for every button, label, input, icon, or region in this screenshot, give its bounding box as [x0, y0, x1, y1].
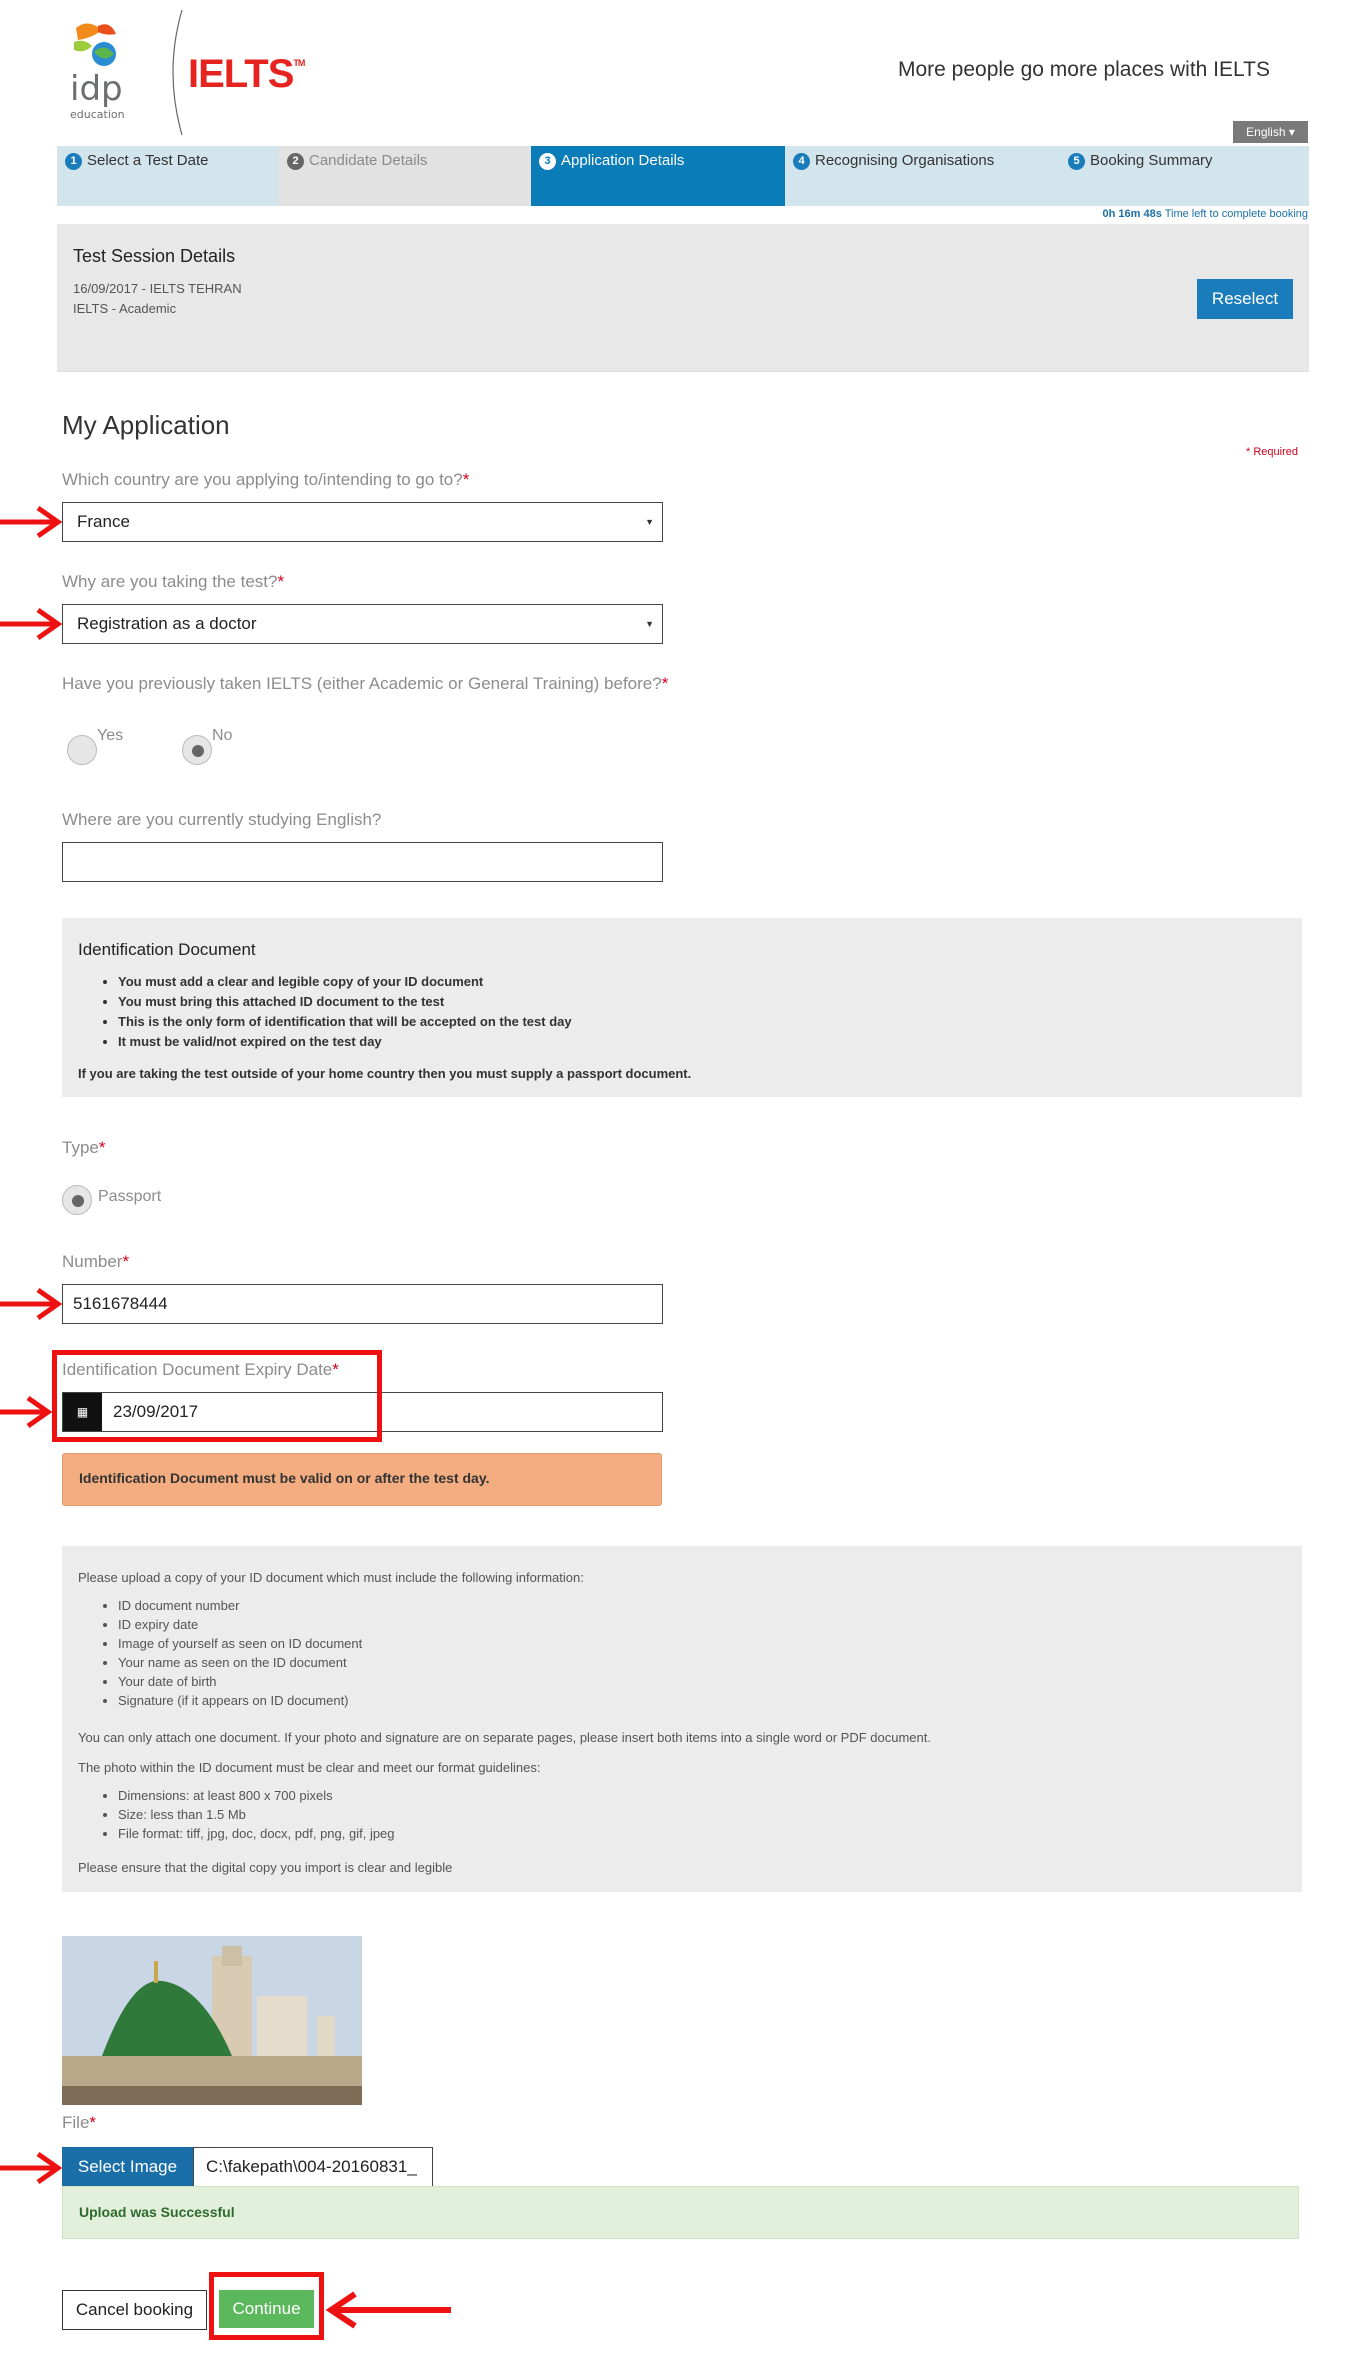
attach-note: You can only attach one document. If you…: [78, 1730, 931, 1745]
passport-radio[interactable]: [62, 1185, 92, 1215]
annotation-arrow-icon: [0, 1395, 52, 1429]
step-select-test-date[interactable]: 1 Select a Test Date: [57, 146, 279, 206]
booking-timer: 0h 16m 48s Time left to complete booking: [1102, 208, 1308, 220]
country-label: Which country are you applying to/intend…: [62, 470, 470, 489]
list-item: Your date of birth: [118, 1674, 362, 1689]
session-date-venue: 16/09/2017 - IELTS TEHRAN: [73, 281, 242, 296]
step-number: 5: [1068, 153, 1085, 170]
select-image-button[interactable]: Select Image: [62, 2147, 193, 2187]
previous-ielts-label: Have you previously taken IELTS (either …: [62, 674, 669, 693]
step-booking-summary[interactable]: 5 Booking Summary: [1060, 146, 1309, 206]
session-module: IELTS - Academic: [73, 301, 177, 316]
annotation-arrow-icon: [0, 607, 62, 641]
list-item: Dimensions: at least 800 x 700 pixels: [118, 1788, 395, 1803]
uploaded-image-preview: [62, 1936, 362, 2105]
step-number: 4: [793, 153, 810, 170]
reselect-button[interactable]: Reselect: [1197, 279, 1293, 319]
tagline: More people go more places with IELTS: [898, 58, 1270, 81]
number-label: Number*: [62, 1252, 130, 1271]
list-item: Image of yourself as seen on ID document: [118, 1636, 362, 1651]
upload-info: Please upload a copy of your ID document…: [62, 1546, 1302, 1892]
step-application-details[interactable]: 3 Application Details: [531, 146, 785, 206]
chevron-down-icon: ▼: [645, 517, 654, 527]
photo-note: The photo within the ID document must be…: [78, 1760, 541, 1775]
expiry-warning: Identification Document must be valid on…: [62, 1453, 662, 1506]
id-number-input[interactable]: 5161678444: [62, 1284, 663, 1324]
step-number: 1: [65, 153, 82, 170]
booking-steps: 1 Select a Test Date 2 Candidate Details 3…: [57, 146, 1309, 206]
passport-label: Passport: [98, 1188, 162, 1205]
test-session-panel: Test Session Details 16/09/2017 - IELTS …: [57, 224, 1309, 372]
list-item: You must bring this attached ID document…: [118, 994, 572, 1009]
list-item: This is the only form of identification …: [118, 1014, 572, 1029]
language-dropdown[interactable]: English ▾: [1233, 121, 1308, 143]
step-number: 2: [287, 153, 304, 170]
country-select[interactable]: France ▼: [62, 502, 663, 542]
svg-text:idp: idp: [70, 69, 123, 109]
type-label: Type*: [62, 1138, 106, 1157]
file-path-input[interactable]: C:\fakepath\004-20160831_: [193, 2147, 433, 2187]
upload-requirements: ID document number ID expiry date Image …: [118, 1598, 362, 1712]
list-item: ID document number: [118, 1598, 362, 1613]
step-label: Recognising Organisations: [815, 152, 995, 169]
ielts-logo: IELTSTM: [188, 52, 305, 96]
list-item: Size: less than 1.5 Mb: [118, 1807, 395, 1822]
list-item: You must add a clear and legible copy of…: [118, 974, 572, 989]
studying-label: Where are you currently studying English…: [62, 810, 382, 829]
step-label: Select a Test Date: [87, 152, 209, 169]
previous-no-radio[interactable]: [182, 735, 212, 765]
file-label: File*: [62, 2113, 97, 2132]
step-label: Application Details: [561, 152, 685, 169]
annotation-arrow-icon: [0, 505, 62, 539]
id-document-note: If you are taking the test outside of yo…: [78, 1066, 692, 1081]
page-title: My Application: [62, 410, 230, 440]
list-item: File format: tiff, jpg, doc, docx, pdf, …: [118, 1826, 395, 1841]
studying-input[interactable]: [62, 842, 663, 882]
upload-success-message: Upload was Successful: [62, 2186, 1299, 2239]
session-title: Test Session Details: [73, 246, 236, 266]
annotation-box-expiry: [52, 1350, 382, 1442]
id-document-title: Identification Document: [78, 940, 256, 959]
step-label: Candidate Details: [309, 152, 428, 169]
step-recognising-organisations[interactable]: 4 Recognising Organisations: [785, 146, 1060, 206]
list-item: Signature (if it appears on ID document): [118, 1693, 362, 1708]
ensure-note: Please ensure that the digital copy you …: [78, 1860, 453, 1875]
reason-select[interactable]: Registration as a doctor ▼: [62, 604, 663, 644]
step-number: 3: [539, 153, 556, 170]
annotation-arrow-icon: [0, 1287, 62, 1321]
list-item: ID expiry date: [118, 1617, 362, 1632]
step-candidate-details[interactable]: 2 Candidate Details: [279, 146, 531, 206]
previous-no-label: No: [212, 727, 233, 744]
previous-yes-label: Yes: [97, 727, 124, 744]
chevron-down-icon: ▼: [645, 619, 654, 629]
reason-label: Why are you taking the test?*: [62, 572, 285, 591]
annotation-arrow-icon: [0, 2151, 62, 2185]
id-document-bullets: You must add a clear and legible copy of…: [118, 974, 572, 1054]
list-item: Your name as seen on the ID document: [118, 1655, 362, 1670]
required-note: * Required: [1246, 446, 1298, 458]
list-item: It must be valid/not expired on the test…: [118, 1034, 572, 1049]
id-document-info: Identification Document You must add a c…: [62, 918, 1302, 1097]
logo-divider: [172, 10, 183, 135]
cancel-booking-button[interactable]: Cancel booking: [62, 2290, 207, 2330]
upload-intro: Please upload a copy of your ID document…: [78, 1570, 584, 1585]
idp-education-logo: idp education: [70, 23, 125, 121]
format-requirements: Dimensions: at least 800 x 700 pixels Si…: [118, 1788, 395, 1845]
annotation-box-continue: [209, 2272, 324, 2340]
previous-yes-radio[interactable]: [67, 735, 97, 765]
svg-text:education: education: [70, 108, 125, 121]
annotation-arrow-icon: [325, 2291, 451, 2329]
step-label: Booking Summary: [1090, 152, 1213, 169]
